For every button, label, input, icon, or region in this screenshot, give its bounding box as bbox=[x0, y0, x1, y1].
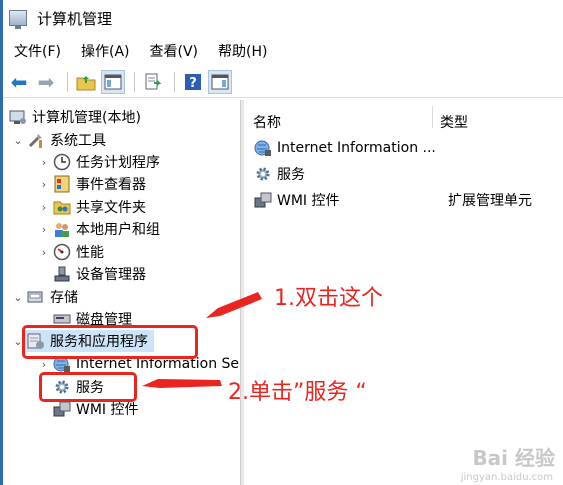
annotation-arrow-1 bbox=[206, 292, 262, 318]
annotation-arrow-2 bbox=[142, 379, 222, 388]
annotation-arrows bbox=[142, 292, 262, 388]
watermark-url: jingyan.baidu.com bbox=[460, 472, 553, 483]
annotation-step2-text: 2.单击”服务 “ bbox=[228, 380, 367, 405]
annotation-step1-text: 1.双击这个 bbox=[274, 286, 383, 311]
watermark-logo: Bai 经验 bbox=[472, 446, 555, 470]
